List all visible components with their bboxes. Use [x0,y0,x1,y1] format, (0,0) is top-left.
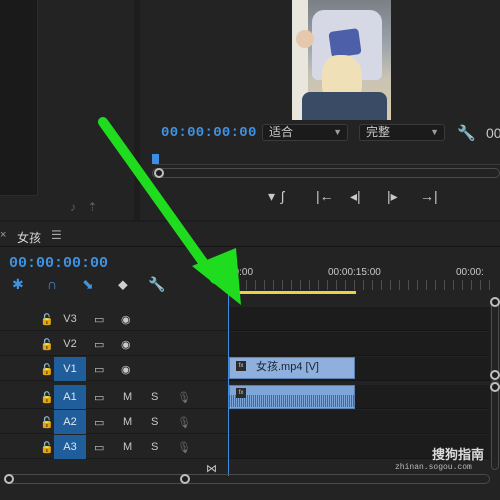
close-icon[interactable]: × [0,229,6,241]
ruler-label: 00:00: [456,267,484,278]
go-to-out-icon[interactable]: →| [420,188,438,204]
step-back-icon[interactable]: ◂| [350,188,361,205]
duration-timecode: 00 [486,125,500,141]
source-panel: ♪ ⇡ [0,0,134,220]
sync-lock-icon[interactable]: ▭ [94,363,104,376]
lock-icon[interactable]: 🔓 [40,391,54,404]
lock-icon[interactable]: 🔓 [40,363,54,376]
quality-value: 完整 [366,125,391,139]
eye-icon[interactable]: ◉ [121,363,131,376]
source-panel-view [0,0,38,196]
mute-button[interactable]: M [123,416,132,428]
zoom-to-sequence-icon[interactable]: ⋈ [206,462,217,475]
microphone-icon[interactable]: 🎙 [177,391,191,404]
divider [0,246,500,247]
add-marker-icon[interactable]: ⬥ [118,276,128,293]
scroll-handle[interactable] [490,297,500,307]
sync-lock-icon[interactable]: ▭ [94,416,104,429]
track-label-a1[interactable]: A1 [54,385,86,409]
track-label-v3[interactable]: V3 [54,307,86,331]
scroll-handle[interactable] [4,474,14,484]
video-preview [292,0,391,120]
eye-icon[interactable]: ◉ [121,338,131,351]
program-zoom-scrollbar[interactable] [152,168,500,178]
lock-icon[interactable]: 🔓 [40,338,54,351]
panel-menu-icon[interactable]: ☰ [51,228,62,242]
program-ruler[interactable] [155,164,500,165]
mute-button[interactable]: M [123,441,132,453]
lock-icon[interactable]: 🔓 [40,416,54,429]
timeline-playhead[interactable] [228,266,229,476]
track-label-v1[interactable]: V1 [54,357,86,381]
solo-button[interactable]: S [151,416,158,428]
microphone-icon[interactable]: 🎙 [177,441,191,454]
watermark-url: zhinan.sogou.com [395,463,472,472]
fit-value: 适合 [269,125,294,139]
scroll-handle[interactable] [490,370,500,380]
fx-badge: fx [236,361,246,371]
microphone-icon[interactable]: 🎙 [177,416,191,429]
watermark-logo: 搜狗指南 [432,447,485,462]
wrench-icon[interactable]: 🔧 [457,124,476,142]
add-marker-icon[interactable]: ▾ [268,188,275,205]
sync-lock-icon[interactable]: ▭ [94,313,104,326]
source-export-controls[interactable]: ♪ ⇡ [70,200,101,214]
work-area-bar[interactable] [228,291,356,294]
go-to-in-icon[interactable]: |← [316,188,334,204]
program-playhead[interactable] [152,154,159,164]
play-icon[interactable]: |▸ [387,188,398,205]
zoom-handle[interactable] [154,168,164,178]
video-clip-label: 女孩.mp4 [V] [256,361,319,373]
linked-selection-icon[interactable]: ⬊ [82,276,94,293]
lock-icon[interactable]: 🔓 [40,441,54,454]
audio-waveform [229,395,355,407]
sync-lock-icon[interactable]: ▭ [94,391,104,404]
lock-icon[interactable]: 🔓 [40,313,54,326]
program-timecode[interactable]: 00:00:00:00 [161,125,257,141]
sequence-tab[interactable]: 女孩 [17,229,41,246]
chevron-down-icon: ▼ [333,127,342,137]
wrench-icon[interactable]: 🔧 [148,276,165,293]
premiere-workspace: ♪ ⇡ 00:00:00:00 适合 ▼ 完整 ▼ 🔧 00 ▾ ʃ |← ◂|… [0,0,500,500]
track-label-a2[interactable]: A2 [54,410,86,434]
fx-badge: fx [236,388,246,398]
sync-lock-icon[interactable]: ▭ [94,441,104,454]
scroll-handle[interactable] [490,382,500,392]
nest-icon[interactable]: ✱ [12,276,24,293]
track-lane-v3[interactable] [228,307,490,331]
time-ruler[interactable] [228,280,490,290]
fit-dropdown[interactable]: 适合 ▼ [262,124,348,141]
scroll-handle[interactable] [180,474,190,484]
audio-tracks-scrollbar[interactable] [491,380,499,470]
quality-dropdown[interactable]: 完整 ▼ [359,124,445,141]
track-lane-a2[interactable] [228,410,490,434]
eye-icon[interactable]: ◉ [121,313,131,326]
sync-lock-icon[interactable]: ▭ [94,338,104,351]
snap-icon[interactable]: ∩ [47,276,57,292]
ruler-label: 00:00:15:00 [328,267,381,278]
video-tracks-scrollbar[interactable] [491,298,499,378]
link-icon[interactable]: ʃ [281,188,284,204]
track-lane-v2[interactable] [228,332,490,356]
solo-button[interactable]: S [151,441,158,453]
timeline-horizontal-scrollbar[interactable] [4,474,490,484]
mute-button[interactable]: M [123,391,132,403]
solo-button[interactable]: S [151,391,158,403]
timeline-timecode[interactable]: 00:00:00:00 [9,255,108,272]
ruler-label: 00:00 [228,267,254,278]
track-label-v2[interactable]: V2 [54,332,86,356]
track-label-a3[interactable]: A3 [54,435,86,459]
chevron-down-icon: ▼ [430,127,439,137]
